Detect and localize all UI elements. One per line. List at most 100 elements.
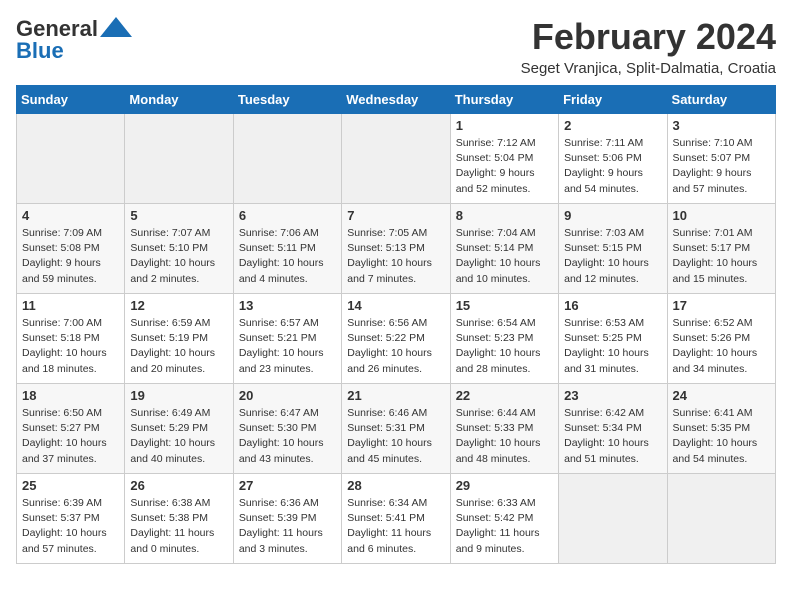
calendar-cell: 1 Sunrise: 7:12 AM Sunset: 5:04 PM Daylig… — [450, 114, 558, 204]
location-title: Seget Vranjica, Split-Dalmatia, Croatia — [521, 60, 776, 77]
day-number: 22 — [456, 388, 553, 403]
day-number: 20 — [239, 388, 336, 403]
calendar-cell: 5 Sunrise: 7:07 AM Sunset: 5:10 PM Daylig… — [125, 204, 233, 294]
day-number: 7 — [347, 208, 444, 223]
calendar-cell — [559, 474, 667, 564]
calendar-cell: 26 Sunrise: 6:38 AM Sunset: 5:38 PM Dayli… — [125, 474, 233, 564]
day-info: Sunrise: 6:47 AM Sunset: 5:30 PM Dayligh… — [239, 406, 336, 467]
calendar-cell: 24 Sunrise: 6:41 AM Sunset: 5:35 PM Dayli… — [667, 384, 775, 474]
logo-blue-text: Blue — [16, 38, 64, 64]
calendar-table: SundayMondayTuesdayWednesdayThursdayFrid… — [16, 85, 776, 564]
calendar-cell: 8 Sunrise: 7:04 AM Sunset: 5:14 PM Daylig… — [450, 204, 558, 294]
day-number: 6 — [239, 208, 336, 223]
calendar-cell: 15 Sunrise: 6:54 AM Sunset: 5:23 PM Dayli… — [450, 294, 558, 384]
day-info: Sunrise: 6:33 AM Sunset: 5:42 PM Dayligh… — [456, 496, 553, 557]
title-area: February 2024 Seget Vranjica, Split-Dalm… — [521, 16, 776, 77]
calendar-cell: 27Sunrise: 6:36 AM Sunset: 5:39 PM Dayli… — [233, 474, 341, 564]
calendar-cell: 4 Sunrise: 7:09 AM Sunset: 5:08 PM Daylig… — [17, 204, 125, 294]
day-number: 14 — [347, 298, 444, 313]
calendar-cell: 22 Sunrise: 6:44 AM Sunset: 5:33 PM Dayli… — [450, 384, 558, 474]
calendar-cell: 17 Sunrise: 6:52 AM Sunset: 5:26 PM Dayli… — [667, 294, 775, 384]
calendar-cell: 25Sunrise: 6:39 AM Sunset: 5:37 PM Dayli… — [17, 474, 125, 564]
weekday-header: Monday — [125, 86, 233, 114]
calendar-cell: 23 Sunrise: 6:42 AM Sunset: 5:34 PM Dayli… — [559, 384, 667, 474]
day-info: Sunrise: 6:46 AM Sunset: 5:31 PM Dayligh… — [347, 406, 444, 467]
day-info: Sunrise: 7:03 AM Sunset: 5:15 PM Dayligh… — [564, 226, 661, 287]
calendar-week-row: 11Sunrise: 7:00 AM Sunset: 5:18 PM Dayli… — [17, 294, 776, 384]
day-number: 16 — [564, 298, 661, 313]
day-info: Sunrise: 6:38 AM Sunset: 5:38 PM Dayligh… — [130, 496, 227, 557]
calendar-cell: 20 Sunrise: 6:47 AM Sunset: 5:30 PM Dayli… — [233, 384, 341, 474]
day-number: 18 — [22, 388, 119, 403]
day-info: Sunrise: 6:41 AM Sunset: 5:35 PM Dayligh… — [673, 406, 770, 467]
day-number: 2 — [564, 118, 661, 133]
day-info: Sunrise: 6:53 AM Sunset: 5:25 PM Dayligh… — [564, 316, 661, 377]
day-number: 21 — [347, 388, 444, 403]
day-info: Sunrise: 7:00 AM Sunset: 5:18 PM Dayligh… — [22, 316, 119, 377]
day-number: 29 — [456, 478, 553, 493]
day-info: Sunrise: 6:39 AM Sunset: 5:37 PM Dayligh… — [22, 496, 119, 557]
day-number: 3 — [673, 118, 770, 133]
calendar-cell: 3 Sunrise: 7:10 AM Sunset: 5:07 PM Daylig… — [667, 114, 775, 204]
day-info: Sunrise: 6:56 AM Sunset: 5:22 PM Dayligh… — [347, 316, 444, 377]
day-number: 1 — [456, 118, 553, 133]
day-number: 19 — [130, 388, 227, 403]
calendar-week-row: 18 Sunrise: 6:50 AM Sunset: 5:27 PM Dayli… — [17, 384, 776, 474]
weekday-header: Sunday — [17, 86, 125, 114]
day-info: Sunrise: 7:05 AM Sunset: 5:13 PM Dayligh… — [347, 226, 444, 287]
calendar-cell — [17, 114, 125, 204]
day-number: 26 — [130, 478, 227, 493]
day-number: 27 — [239, 478, 336, 493]
calendar-week-row: 1 Sunrise: 7:12 AM Sunset: 5:04 PM Daylig… — [17, 114, 776, 204]
calendar-cell: 19Sunrise: 6:49 AM Sunset: 5:29 PM Dayli… — [125, 384, 233, 474]
day-info: Sunrise: 7:04 AM Sunset: 5:14 PM Dayligh… — [456, 226, 553, 287]
calendar-cell: 18 Sunrise: 6:50 AM Sunset: 5:27 PM Dayli… — [17, 384, 125, 474]
weekday-header: Thursday — [450, 86, 558, 114]
calendar-cell: 6 Sunrise: 7:06 AM Sunset: 5:11 PM Daylig… — [233, 204, 341, 294]
calendar-cell: 12 Sunrise: 6:59 AM Sunset: 5:19 PM Dayli… — [125, 294, 233, 384]
calendar-cell: 14 Sunrise: 6:56 AM Sunset: 5:22 PM Dayli… — [342, 294, 450, 384]
day-info: Sunrise: 6:44 AM Sunset: 5:33 PM Dayligh… — [456, 406, 553, 467]
day-number: 9 — [564, 208, 661, 223]
calendar-cell: 10 Sunrise: 7:01 AM Sunset: 5:17 PM Dayli… — [667, 204, 775, 294]
day-number: 8 — [456, 208, 553, 223]
logo-icon — [100, 17, 132, 37]
day-info: Sunrise: 7:09 AM Sunset: 5:08 PM Dayligh… — [22, 226, 119, 287]
day-number: 24 — [673, 388, 770, 403]
day-info: Sunrise: 7:11 AM Sunset: 5:06 PM Dayligh… — [564, 136, 661, 197]
day-info: Sunrise: 6:34 AM Sunset: 5:41 PM Dayligh… — [347, 496, 444, 557]
weekday-header: Tuesday — [233, 86, 341, 114]
day-number: 5 — [130, 208, 227, 223]
page-header: General Blue February 2024 Seget Vranjic… — [16, 16, 776, 77]
calendar-cell: 29 Sunrise: 6:33 AM Sunset: 5:42 PM Dayli… — [450, 474, 558, 564]
calendar-cell: 28Sunrise: 6:34 AM Sunset: 5:41 PM Dayli… — [342, 474, 450, 564]
day-info: Sunrise: 6:57 AM Sunset: 5:21 PM Dayligh… — [239, 316, 336, 377]
calendar-cell: 11Sunrise: 7:00 AM Sunset: 5:18 PM Dayli… — [17, 294, 125, 384]
day-number: 23 — [564, 388, 661, 403]
calendar-cell — [125, 114, 233, 204]
day-info: Sunrise: 6:42 AM Sunset: 5:34 PM Dayligh… — [564, 406, 661, 467]
month-title: February 2024 — [521, 16, 776, 58]
day-info: Sunrise: 6:59 AM Sunset: 5:19 PM Dayligh… — [130, 316, 227, 377]
day-number: 4 — [22, 208, 119, 223]
day-info: Sunrise: 7:12 AM Sunset: 5:04 PM Dayligh… — [456, 136, 553, 197]
day-number: 12 — [130, 298, 227, 313]
calendar-cell: 9 Sunrise: 7:03 AM Sunset: 5:15 PM Daylig… — [559, 204, 667, 294]
calendar-cell: 16 Sunrise: 6:53 AM Sunset: 5:25 PM Dayli… — [559, 294, 667, 384]
weekday-header: Saturday — [667, 86, 775, 114]
day-number: 17 — [673, 298, 770, 313]
weekday-header: Wednesday — [342, 86, 450, 114]
calendar-cell — [233, 114, 341, 204]
day-info: Sunrise: 6:52 AM Sunset: 5:26 PM Dayligh… — [673, 316, 770, 377]
day-info: Sunrise: 7:10 AM Sunset: 5:07 PM Dayligh… — [673, 136, 770, 197]
day-info: Sunrise: 7:06 AM Sunset: 5:11 PM Dayligh… — [239, 226, 336, 287]
day-info: Sunrise: 6:54 AM Sunset: 5:23 PM Dayligh… — [456, 316, 553, 377]
day-info: Sunrise: 7:01 AM Sunset: 5:17 PM Dayligh… — [673, 226, 770, 287]
day-number: 15 — [456, 298, 553, 313]
day-info: Sunrise: 7:07 AM Sunset: 5:10 PM Dayligh… — [130, 226, 227, 287]
calendar-cell: 7 Sunrise: 7:05 AM Sunset: 5:13 PM Daylig… — [342, 204, 450, 294]
logo: General Blue — [16, 16, 132, 64]
day-info: Sunrise: 6:50 AM Sunset: 5:27 PM Dayligh… — [22, 406, 119, 467]
calendar-cell: 2 Sunrise: 7:11 AM Sunset: 5:06 PM Daylig… — [559, 114, 667, 204]
day-number: 10 — [673, 208, 770, 223]
